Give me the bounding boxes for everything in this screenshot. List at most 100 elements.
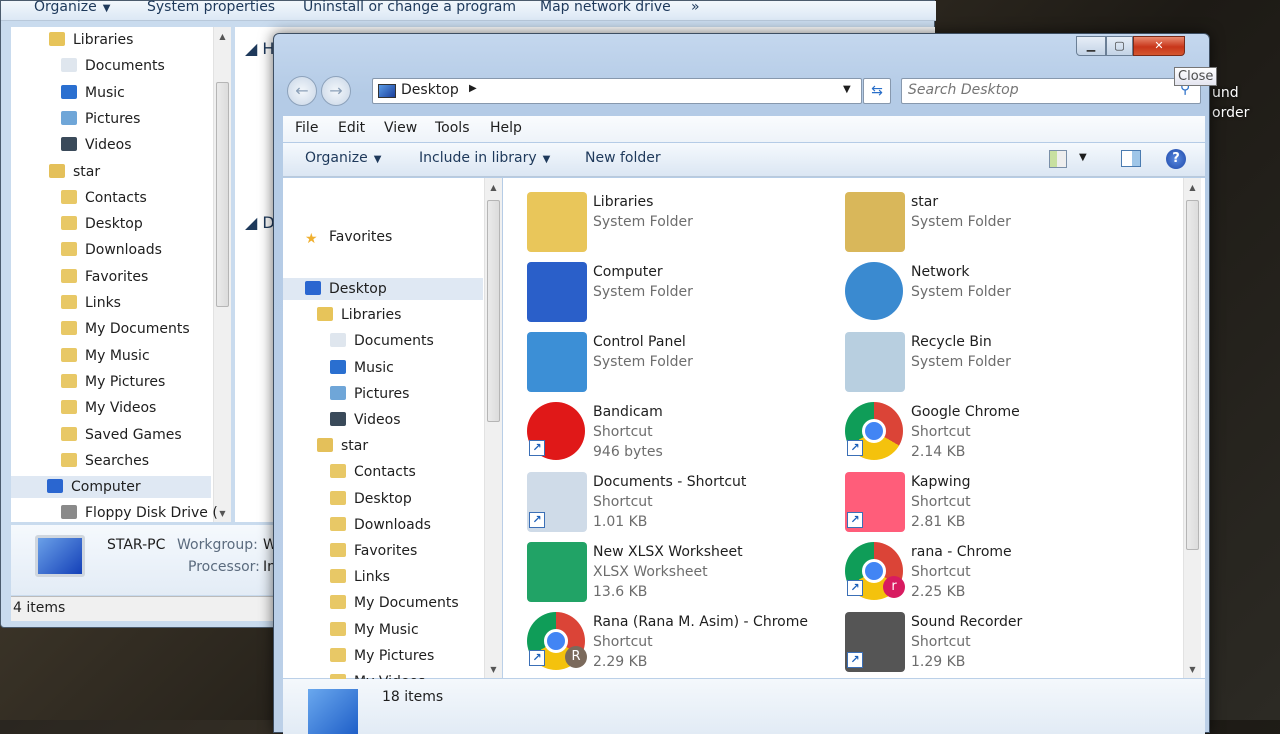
nav-item[interactable]: Contacts <box>330 461 416 483</box>
scroll-down-arrow[interactable]: ▼ <box>1184 662 1201 678</box>
toolbar-map-network-drive[interactable]: Map network drive <box>540 0 671 15</box>
scrollbar[interactable]: ▲ ▼ <box>213 27 231 522</box>
change-view-icon[interactable] <box>1049 150 1067 168</box>
nav-item[interactable]: My Documents <box>61 318 190 340</box>
back-button[interactable]: ← <box>287 76 317 106</box>
file-item[interactable]: Computer System Folder <box>527 262 827 328</box>
nav-item[interactable]: Downloads <box>330 514 431 536</box>
command-organize[interactable]: Organize ▼ <box>305 150 381 166</box>
nav-item[interactable]: My Pictures <box>330 645 434 667</box>
item-name: Libraries <box>593 194 654 210</box>
menu-view[interactable]: View <box>384 120 417 136</box>
file-item[interactable]: ↗ Kapwing Shortcut 2.81 KB <box>845 472 1145 538</box>
scrollbar[interactable]: ▲ ▼ <box>1183 178 1201 678</box>
nav-item[interactable]: star <box>317 435 368 457</box>
scroll-up-arrow[interactable]: ▲ <box>485 180 502 196</box>
maximize-button[interactable]: ▢ <box>1106 36 1133 56</box>
file-item[interactable]: Recycle Bin System Folder <box>845 332 1145 398</box>
nav-item[interactable]: Downloads <box>61 239 162 261</box>
search-input[interactable] <box>908 82 1168 98</box>
nav-item[interactable]: ★ Favorites <box>305 226 392 248</box>
file-item[interactable]: Libraries System Folder <box>527 192 827 258</box>
nav-item[interactable]: Videos <box>61 134 132 156</box>
file-item[interactable]: ↗ Google Chrome Shortcut 2.14 KB <box>845 402 1145 468</box>
nav-item[interactable]: Desktop <box>283 278 483 300</box>
desktop-icon <box>308 689 358 734</box>
toolbar-system-properties[interactable]: System properties <box>147 0 275 15</box>
command-new-folder[interactable]: New folder <box>585 150 661 166</box>
menu-file[interactable]: File <box>295 120 318 136</box>
scrollbar[interactable]: ▲ ▼ <box>484 178 502 678</box>
nav-item[interactable]: Desktop <box>330 488 412 510</box>
scroll-thumb[interactable] <box>1186 200 1199 550</box>
view-dropdown-icon[interactable]: ▼ <box>1079 152 1087 163</box>
nav-item[interactable]: Floppy Disk Drive ( <box>61 502 218 524</box>
file-item[interactable]: Network System Folder <box>845 262 1145 328</box>
scroll-thumb[interactable] <box>216 82 229 307</box>
nav-item[interactable]: My Videos <box>61 397 156 419</box>
menu-tools[interactable]: Tools <box>435 120 470 136</box>
nav-item[interactable]: Saved Games <box>61 424 182 446</box>
file-item[interactable]: New XLSX Worksheet XLSX Worksheet 13.6 KB <box>527 542 827 608</box>
file-item[interactable]: r ↗ rana - Chrome Shortcut 2.25 KB <box>845 542 1145 608</box>
nav-item[interactable]: star <box>49 161 100 183</box>
scroll-thumb[interactable] <box>487 200 500 422</box>
nav-item[interactable]: Music <box>61 82 125 104</box>
item-name: Google Chrome <box>911 404 1020 420</box>
menu-edit[interactable]: Edit <box>338 120 365 136</box>
forward-arrow-icon: → <box>329 81 343 100</box>
toolbar--[interactable]: » <box>691 0 700 15</box>
command-include-in-library[interactable]: Include in library ▼ <box>419 150 550 166</box>
file-item[interactable]: Control Panel System Folder <box>527 332 827 398</box>
file-item[interactable]: ↗ Documents - Shortcut Shortcut 1.01 KB <box>527 472 827 538</box>
nav-item[interactable]: My Pictures <box>61 371 165 393</box>
nav-item[interactable]: Pictures <box>330 383 409 405</box>
nav-item[interactable]: Computer <box>11 476 211 499</box>
nav-item[interactable]: Pictures <box>61 108 140 130</box>
nav-item[interactable]: My Documents <box>330 592 459 614</box>
file-item[interactable]: ↗ Sound Recorder Shortcut 1.29 KB <box>845 612 1145 678</box>
desktop-icon-label[interactable]: und order <box>1212 83 1249 123</box>
group-header[interactable]: ◢ D <box>245 213 275 232</box>
nav-item[interactable]: Documents <box>330 330 434 352</box>
address-dropdown-icon[interactable]: ▼ <box>843 84 851 95</box>
folder-icon <box>330 516 346 531</box>
help-icon[interactable]: ? <box>1166 149 1186 169</box>
nav-item[interactable]: My Music <box>330 619 419 641</box>
forward-button[interactable]: → <box>321 76 351 106</box>
nav-item[interactable]: Videos <box>330 409 401 431</box>
menu-help[interactable]: Help <box>490 120 522 136</box>
breadcrumb-desktop[interactable]: Desktop <box>401 82 459 98</box>
nav-item[interactable]: Searches <box>61 450 149 472</box>
music-icon <box>330 359 346 374</box>
search-box[interactable]: ⚲ <box>901 78 1201 104</box>
toolbar-organize[interactable]: Organize ▼ <box>34 0 110 15</box>
toolbar-uninstall-or-change-a-program[interactable]: Uninstall or change a program <box>303 0 516 15</box>
nav-item[interactable]: Favorites <box>61 266 148 288</box>
nav-item[interactable]: Libraries <box>317 304 401 326</box>
nav-item[interactable]: Contacts <box>61 187 147 209</box>
file-item[interactable]: R ↗ Rana (Rana M. Asim) - Chrome Shortcut 2.… <box>527 612 827 678</box>
group-header[interactable]: ◢ H <box>245 39 274 58</box>
breadcrumb-chevron-icon[interactable]: ▶ <box>469 83 477 94</box>
back-arrow-icon: ← <box>295 81 309 100</box>
scroll-down-arrow[interactable]: ▼ <box>485 662 502 678</box>
scroll-up-arrow[interactable]: ▲ <box>1184 180 1201 196</box>
scroll-up-arrow[interactable]: ▲ <box>214 29 231 45</box>
minimize-button[interactable]: ▁ <box>1076 36 1106 56</box>
file-item[interactable]: star System Folder <box>845 192 1145 258</box>
preview-pane-icon[interactable] <box>1121 150 1141 167</box>
nav-item[interactable]: Desktop <box>61 213 143 235</box>
file-item[interactable]: ↗ Bandicam Shortcut 946 bytes <box>527 402 827 468</box>
close-button[interactable]: ✕ <box>1133 36 1185 56</box>
refresh-button[interactable]: ⇆ <box>863 78 891 104</box>
nav-item[interactable]: Favorites <box>330 540 417 562</box>
nav-item[interactable]: Links <box>330 566 390 588</box>
nav-item[interactable]: Links <box>61 292 121 314</box>
item-type: Shortcut <box>593 494 653 510</box>
nav-item[interactable]: Libraries <box>49 29 133 51</box>
address-bar[interactable]: Desktop ▶ ▼ <box>372 78 862 104</box>
nav-item[interactable]: Documents <box>61 55 165 77</box>
nav-item[interactable]: My Music <box>61 345 150 367</box>
nav-item[interactable]: Music <box>330 357 394 379</box>
